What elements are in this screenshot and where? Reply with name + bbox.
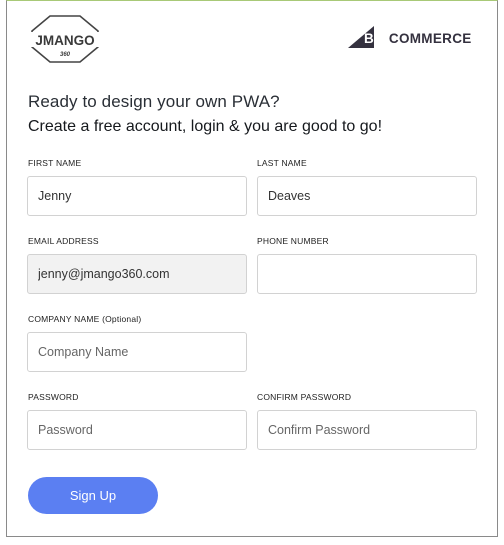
password-label: PASSWORD — [28, 392, 79, 402]
phone-label: PHONE NUMBER — [257, 236, 329, 246]
company-input[interactable] — [27, 332, 247, 372]
password-input[interactable] — [27, 410, 247, 450]
first-name-label: FIRST NAME — [28, 158, 82, 168]
company-label: COMPANY NAME (Optional) — [28, 314, 142, 324]
confirm-password-label: CONFIRM PASSWORD — [257, 392, 352, 402]
jmango-logo: JMANGO 360 — [30, 15, 100, 63]
page-title: Ready to design your own PWA? — [28, 92, 280, 111]
first-name-input[interactable] — [27, 176, 247, 216]
page-subtitle: Create a free account, login & you are g… — [28, 118, 383, 135]
signup-card: JMANGO 360 BIGCOMMERCE Ready to design y… — [6, 0, 498, 537]
email-label: EMAIL ADDRESS — [28, 236, 99, 246]
jmango-logo-sub: 360 — [60, 52, 71, 58]
sign-up-button[interactable]: Sign Up — [28, 477, 158, 514]
jmango-logo-text: JMANGO — [35, 33, 94, 48]
email-field[interactable] — [27, 254, 247, 294]
last-name-label: LAST NAME — [257, 158, 307, 168]
bigcommerce-logo: BIGCOMMERCE — [348, 26, 472, 48]
last-name-input[interactable] — [257, 176, 477, 216]
phone-input[interactable] — [257, 254, 477, 294]
bigcommerce-logo-text: BIGCOMMERCE — [364, 31, 472, 46]
confirm-password-input[interactable] — [257, 410, 477, 450]
